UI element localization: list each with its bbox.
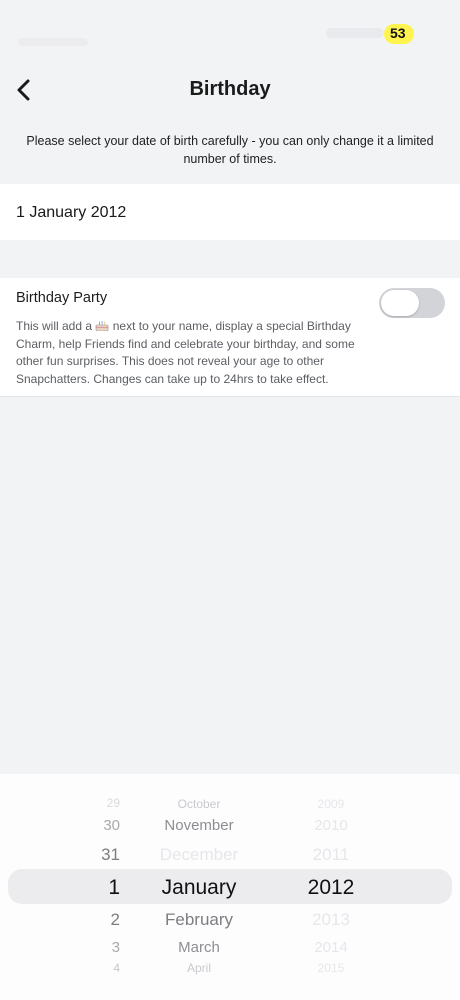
picker-month-option[interactable]: October: [138, 798, 260, 810]
picker-year-option[interactable]: 2009: [276, 798, 386, 810]
picker-year-selected[interactable]: 2012: [276, 877, 386, 898]
birthday-party-title: Birthday Party: [16, 290, 108, 306]
picker-year-option[interactable]: 2011: [276, 846, 386, 863]
page-title: Birthday: [189, 78, 271, 100]
picker-year-option[interactable]: 2015: [276, 962, 386, 974]
birthday-change-notice: Please select your date of birth careful…: [26, 134, 434, 166]
picker-year-column[interactable]: 2009 2010 2011 2012 2013 2014 2015: [276, 774, 386, 1000]
picker-day-option[interactable]: 30: [70, 818, 130, 833]
picker-day-option[interactable]: 29: [70, 797, 130, 809]
status-carrier-placeholder: [18, 38, 88, 46]
picker-month-option[interactable]: February: [138, 911, 260, 928]
picker-month-option[interactable]: November: [138, 818, 260, 833]
picker-day-option[interactable]: 2: [70, 911, 130, 928]
battery-level: 53: [390, 25, 406, 41]
picker-month-option[interactable]: December: [138, 846, 260, 863]
birthday-cake-icon: [96, 321, 109, 331]
picker-day-option[interactable]: 4: [70, 962, 130, 974]
birthday-date-field[interactable]: 1 January 2012: [0, 184, 460, 240]
picker-year-option[interactable]: 2014: [276, 940, 386, 955]
description-part-1: This will add a: [16, 319, 93, 333]
birthday-date-value: 1 January 2012: [16, 204, 127, 221]
status-bar: 53: [0, 0, 460, 60]
picker-day-option[interactable]: 3: [70, 940, 130, 955]
birthday-party-description: This will add a next to your name, displ…: [16, 318, 376, 388]
picker-month-selected[interactable]: January: [138, 877, 260, 898]
toggle-knob: [381, 290, 419, 316]
picker-year-option[interactable]: 2013: [276, 911, 386, 928]
birthday-party-toggle[interactable]: [379, 288, 445, 318]
picker-day-option[interactable]: 31: [70, 846, 130, 863]
picker-day-column[interactable]: 29 30 31 1 2 3 4: [70, 774, 130, 1000]
picker-month-option[interactable]: April: [138, 962, 260, 974]
status-icons-placeholder: [326, 28, 384, 38]
picker-month-option[interactable]: March: [138, 940, 260, 955]
picker-month-column[interactable]: October November December January Februa…: [138, 774, 260, 1000]
header: Birthday: [0, 66, 460, 116]
picker-year-option[interactable]: 2010: [276, 818, 386, 833]
picker-day-selected[interactable]: 1: [70, 877, 130, 898]
